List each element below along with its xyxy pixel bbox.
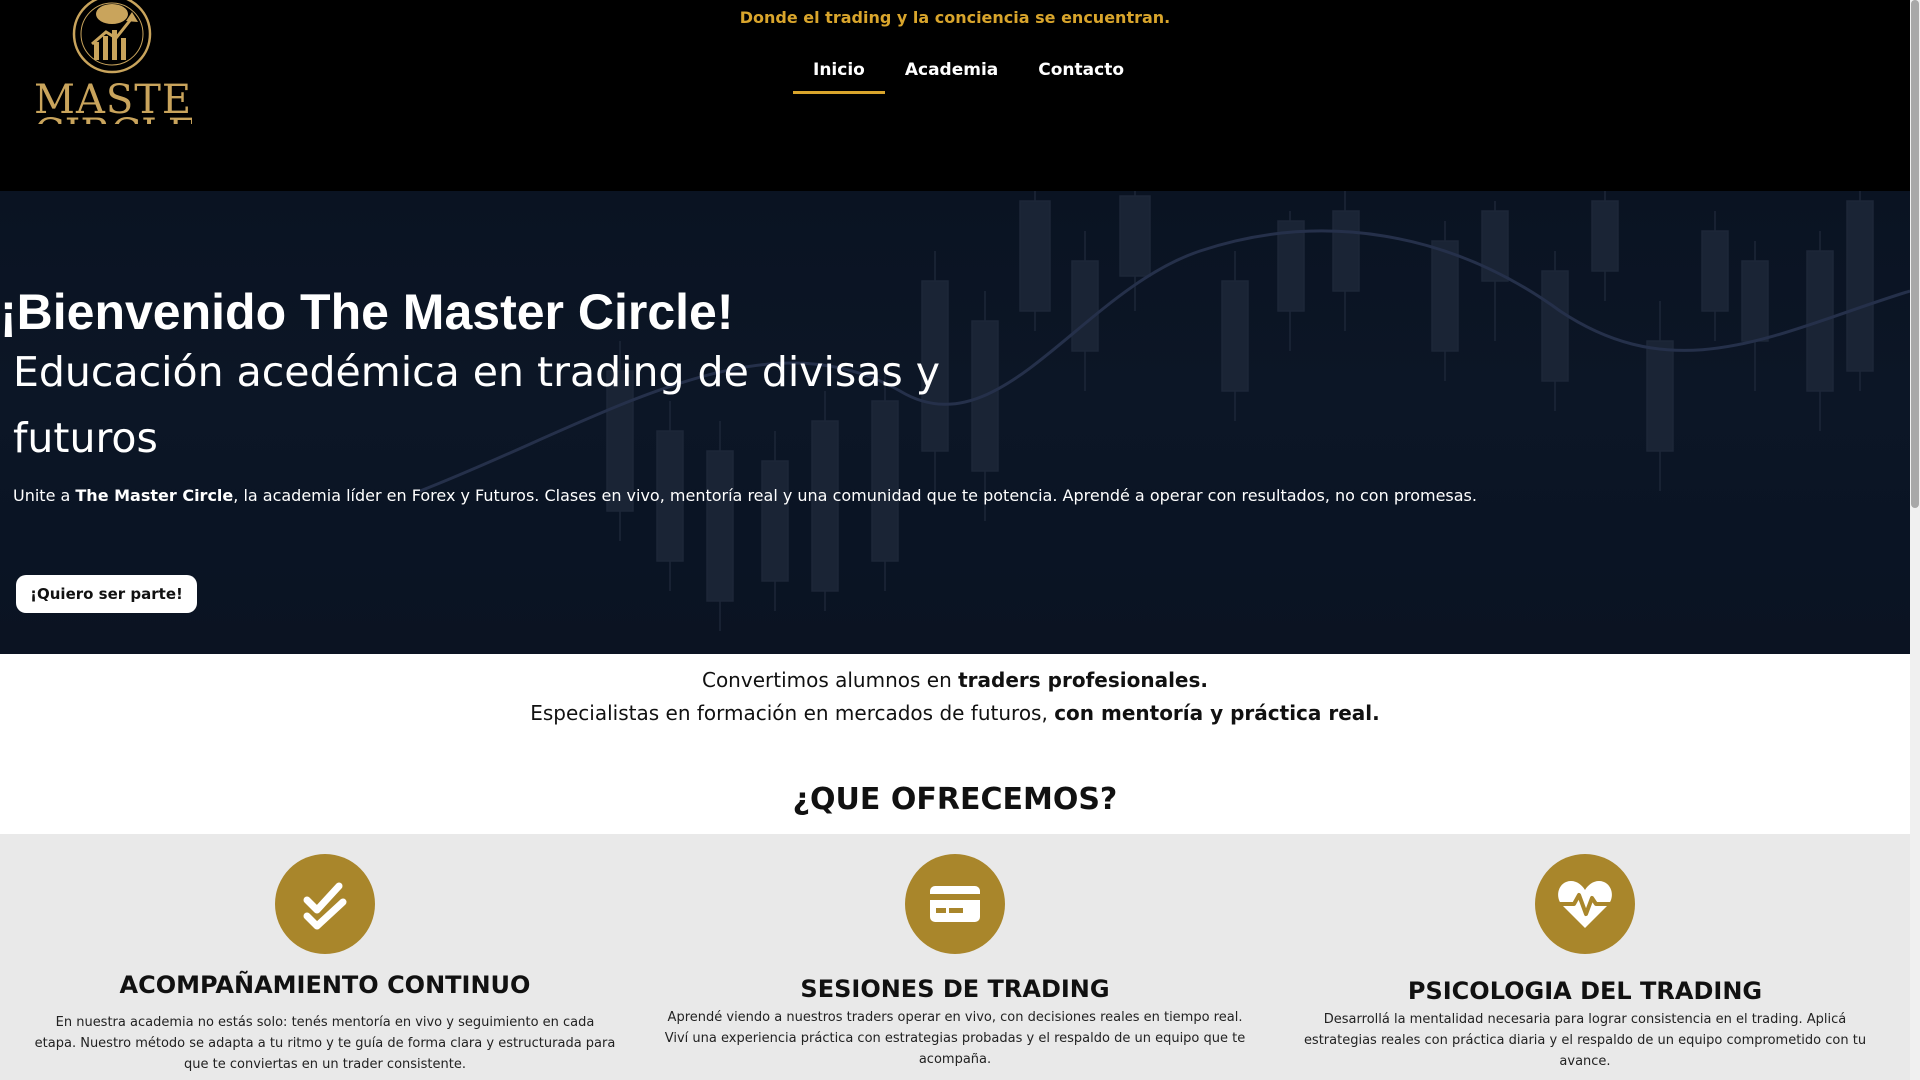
feature-description: Desarrollá la mentalidad necesaria para … xyxy=(1303,1012,1867,1069)
logo-text-second-line: CIRCLE xyxy=(34,112,192,124)
offer-section-title: ¿QUE OFRECEMOS? xyxy=(792,782,1118,817)
hero-subtitle: Educación acedémica en trading de divisa… xyxy=(13,348,941,462)
feature-title: SESIONES DE TRADING xyxy=(800,975,1110,1003)
hero-title: ¡Bienvenido The Master Circle! xyxy=(0,284,734,340)
intro-line-1-bold: traders profesionales. xyxy=(958,668,1208,692)
nav-item-academia[interactable]: Academia xyxy=(885,56,1018,94)
feature-description: En nuestra academia no estás solo: tenés… xyxy=(34,1015,616,1072)
double-check-icon xyxy=(275,854,375,954)
header-tagline: Donde el trading y la conciencia se encu… xyxy=(739,8,1171,27)
heartbeat-icon xyxy=(1535,854,1635,954)
hero-description: Unite a The Master Circle, la academia l… xyxy=(13,486,1477,505)
feature-description: Aprendé viendo a nuestros traders operar… xyxy=(664,1010,1246,1067)
nav-item-inicio[interactable]: Inicio xyxy=(793,56,885,94)
intro-line-2-prefix: Especialistas en formación en mercados d… xyxy=(530,701,1055,725)
hero-description-suffix: , la academia líder en Forex y Futuros. … xyxy=(233,486,1477,505)
hero-description-prefix: Unite a xyxy=(13,486,76,505)
features-section: ACOMPAÑAMIENTO CONTINUO En nuestra acade… xyxy=(0,834,1910,1080)
hero-section: ¡Bienvenido The Master Circle! Educación… xyxy=(0,191,1910,654)
intro-line-1-prefix: Convertimos alumnos en xyxy=(701,668,959,692)
intro-line-2-bold: con mentoría y práctica real. xyxy=(1054,701,1380,725)
feature-title: ACOMPAÑAMIENTO CONTINUO xyxy=(119,971,531,999)
page-scrollbar[interactable] xyxy=(1910,0,1920,1080)
hero-description-brand: The Master Circle xyxy=(75,486,234,505)
site-header: MASTER CIRCLE Donde el trading y la conc… xyxy=(0,0,1910,191)
intro-line-1: Convertimos alumnos en traders profesion… xyxy=(0,664,1910,697)
join-cta-button[interactable]: ¡Quiero ser parte! xyxy=(16,575,197,613)
scrollbar-thumb[interactable] xyxy=(1911,0,1919,508)
feature-title: PSICOLOGIA DEL TRADING xyxy=(1407,977,1763,1005)
intro-text: Convertimos alumnos en traders profesion… xyxy=(0,664,1910,730)
credit-card-icon xyxy=(905,854,1005,954)
intro-line-2: Especialistas en formación en mercados d… xyxy=(0,697,1910,730)
main-nav: Inicio Academia Contacto xyxy=(793,56,1144,94)
nav-item-contacto[interactable]: Contacto xyxy=(1018,56,1144,94)
